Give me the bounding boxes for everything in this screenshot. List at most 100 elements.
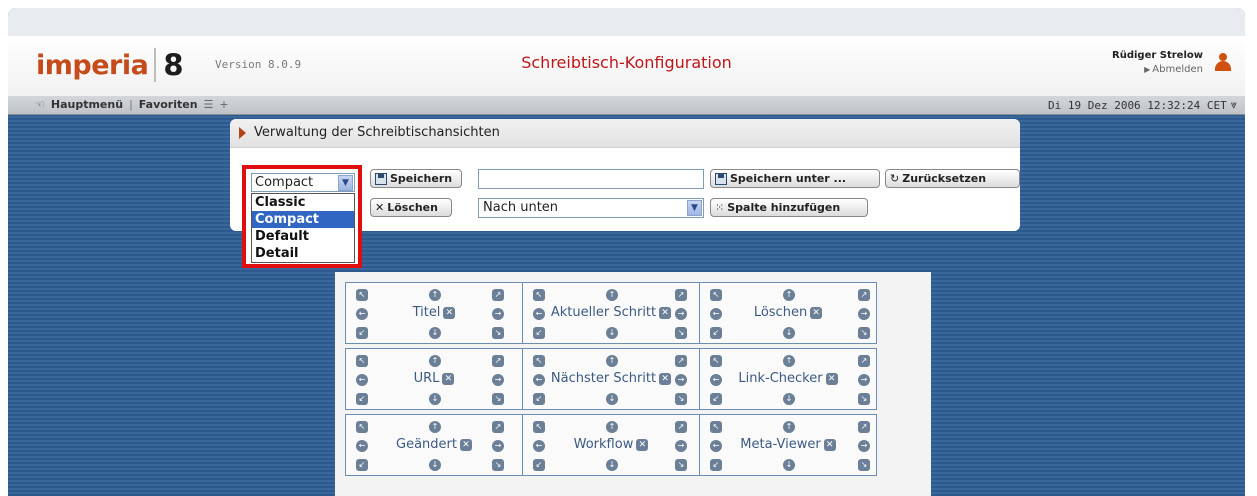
arrow-down-icon[interactable]: ↓ xyxy=(429,393,441,405)
column-cell: ↖ ↑ ↗ ← → ↙ ↓ ↘ Link-Checker ✕ xyxy=(699,348,877,410)
arrow-down-icon[interactable]: ↓ xyxy=(783,327,795,339)
save-label: Speichern xyxy=(390,172,453,185)
favorites-link[interactable]: Favoriten xyxy=(139,98,198,111)
arrow-down-right-icon[interactable]: ↘ xyxy=(492,327,504,339)
arrow-down-right-icon[interactable]: ↘ xyxy=(492,393,504,405)
arrow-down-right-icon[interactable]: ↘ xyxy=(675,327,687,339)
remove-icon[interactable]: ✕ xyxy=(810,306,823,319)
arrow-up-right-icon[interactable]: ↗ xyxy=(858,289,870,301)
arrow-down-right-icon[interactable]: ↘ xyxy=(675,393,687,405)
arrow-up-right-icon[interactable]: ↗ xyxy=(492,289,504,301)
add-column-button[interactable]: ⁙ Spalte hinzufügen xyxy=(710,198,868,217)
arrow-up-right-icon[interactable]: ↗ xyxy=(675,355,687,367)
main-menu-link[interactable]: Hauptmenü xyxy=(51,98,123,111)
arrow-down-left-icon[interactable]: ↙ xyxy=(710,393,722,405)
arrow-up-icon[interactable]: ↑ xyxy=(606,355,618,367)
arrow-down-icon[interactable]: ↓ xyxy=(606,327,618,339)
arrow-down-left-icon[interactable]: ↙ xyxy=(533,393,545,405)
arrow-up-right-icon[interactable]: ↗ xyxy=(858,421,870,433)
arrow-up-right-icon[interactable]: ↗ xyxy=(492,421,504,433)
arrow-up-right-icon[interactable]: ↗ xyxy=(858,355,870,367)
arrow-down-right-icon[interactable]: ↘ xyxy=(858,327,870,339)
chevron-down-icon[interactable]: ▼ xyxy=(687,200,702,216)
add-favorite-icon[interactable]: + xyxy=(219,98,228,111)
arrow-up-icon[interactable]: ↑ xyxy=(606,421,618,433)
reset-button[interactable]: ↻ Zurücksetzen xyxy=(885,169,1020,188)
arrow-up-right-icon[interactable]: ↗ xyxy=(675,289,687,301)
arrow-up-left-icon[interactable]: ↖ xyxy=(710,289,722,301)
view-select-value: Compact xyxy=(255,175,314,190)
arrow-down-left-icon[interactable]: ↙ xyxy=(710,327,722,339)
remove-icon[interactable]: ✕ xyxy=(825,372,838,385)
arrow-up-left-icon[interactable]: ↖ xyxy=(533,421,545,433)
view-option-default[interactable]: Default xyxy=(252,228,354,245)
arrow-up-left-icon[interactable]: ↖ xyxy=(710,355,722,367)
position-select[interactable]: Nach unten ▼ xyxy=(478,198,704,218)
reset-label: Zurücksetzen xyxy=(902,172,987,185)
column-label: URL xyxy=(413,371,440,386)
expand-arrow-icon[interactable] xyxy=(239,127,246,139)
arrow-up-left-icon[interactable]: ↖ xyxy=(356,289,368,301)
column-label: Titel xyxy=(412,305,441,320)
column-label: Geändert xyxy=(396,437,457,452)
column-label-area: Aktueller Schritt ✕ xyxy=(523,305,699,320)
arrow-up-icon[interactable]: ↑ xyxy=(429,421,441,433)
view-option-classic[interactable]: Classic xyxy=(252,194,354,211)
arrow-up-right-icon[interactable]: ↗ xyxy=(675,421,687,433)
arrow-up-right-icon[interactable]: ↗ xyxy=(492,355,504,367)
disk-icon xyxy=(375,172,387,185)
arrow-down-left-icon[interactable]: ↙ xyxy=(356,459,368,471)
arrow-down-icon[interactable]: ↓ xyxy=(783,459,795,471)
remove-icon[interactable]: ✕ xyxy=(659,372,672,385)
logout-link[interactable]: ▶ Abmelden xyxy=(1008,64,1203,75)
arrow-up-icon[interactable]: ↑ xyxy=(783,289,795,301)
arrow-down-icon[interactable]: ↓ xyxy=(429,459,441,471)
logout-label: Abmelden xyxy=(1152,64,1203,75)
arrow-up-icon[interactable]: ↑ xyxy=(783,421,795,433)
delete-button[interactable]: ✕ Löschen xyxy=(370,198,452,217)
view-option-compact[interactable]: Compact xyxy=(252,211,354,228)
arrow-up-icon[interactable]: ↑ xyxy=(783,355,795,367)
column-label-area: Löschen ✕ xyxy=(700,305,876,320)
play-icon: ▶ xyxy=(1144,65,1151,74)
arrow-up-left-icon[interactable]: ↖ xyxy=(533,289,545,301)
view-select[interactable]: Compact ▼ xyxy=(251,173,355,192)
view-option-detail[interactable]: Detail xyxy=(252,245,354,262)
arrow-up-icon[interactable]: ↑ xyxy=(429,289,441,301)
column-label: Löschen xyxy=(753,305,808,320)
chevron-down-icon[interactable]: ▼ xyxy=(338,175,353,191)
remove-icon[interactable]: ✕ xyxy=(636,438,649,451)
arrow-down-left-icon[interactable]: ↙ xyxy=(356,393,368,405)
arrow-up-icon[interactable]: ↑ xyxy=(606,289,618,301)
save-as-button[interactable]: Speichern unter ... xyxy=(710,169,880,188)
arrow-up-left-icon[interactable]: ↖ xyxy=(710,421,722,433)
view-name-input[interactable] xyxy=(478,169,704,189)
remove-icon[interactable]: ✕ xyxy=(459,438,472,451)
column-cell: ↖ ↑ ↗ ← → ↙ ↓ ↘ Löschen ✕ xyxy=(699,282,877,344)
list-icon[interactable]: ☰ xyxy=(204,98,214,111)
hand-icon: ☜ xyxy=(35,98,45,111)
arrow-down-left-icon[interactable]: ↙ xyxy=(533,459,545,471)
arrow-down-left-icon[interactable]: ↙ xyxy=(356,327,368,339)
arrow-down-icon[interactable]: ↓ xyxy=(429,327,441,339)
arrow-down-right-icon[interactable]: ↘ xyxy=(675,459,687,471)
arrow-down-right-icon[interactable]: ↘ xyxy=(492,459,504,471)
collapse-icon[interactable]: ⩔ xyxy=(1231,98,1237,112)
arrow-down-icon[interactable]: ↓ xyxy=(783,393,795,405)
remove-icon[interactable]: ✕ xyxy=(442,372,455,385)
arrow-down-icon[interactable]: ↓ xyxy=(606,393,618,405)
arrow-up-icon[interactable]: ↑ xyxy=(429,355,441,367)
save-button[interactable]: Speichern xyxy=(370,169,462,188)
arrow-down-right-icon[interactable]: ↘ xyxy=(858,459,870,471)
arrow-down-left-icon[interactable]: ↙ xyxy=(533,327,545,339)
column-cell: ↖ ↑ ↗ ← → ↙ ↓ ↘ Nächster Schritt ✕ xyxy=(522,348,700,410)
arrow-down-left-icon[interactable]: ↙ xyxy=(710,459,722,471)
remove-icon[interactable]: ✕ xyxy=(659,306,672,319)
arrow-up-left-icon[interactable]: ↖ xyxy=(356,355,368,367)
arrow-down-right-icon[interactable]: ↘ xyxy=(858,393,870,405)
arrow-up-left-icon[interactable]: ↖ xyxy=(356,421,368,433)
remove-icon[interactable]: ✕ xyxy=(823,438,836,451)
remove-icon[interactable]: ✕ xyxy=(443,306,456,319)
arrow-down-icon[interactable]: ↓ xyxy=(606,459,618,471)
arrow-up-left-icon[interactable]: ↖ xyxy=(533,355,545,367)
